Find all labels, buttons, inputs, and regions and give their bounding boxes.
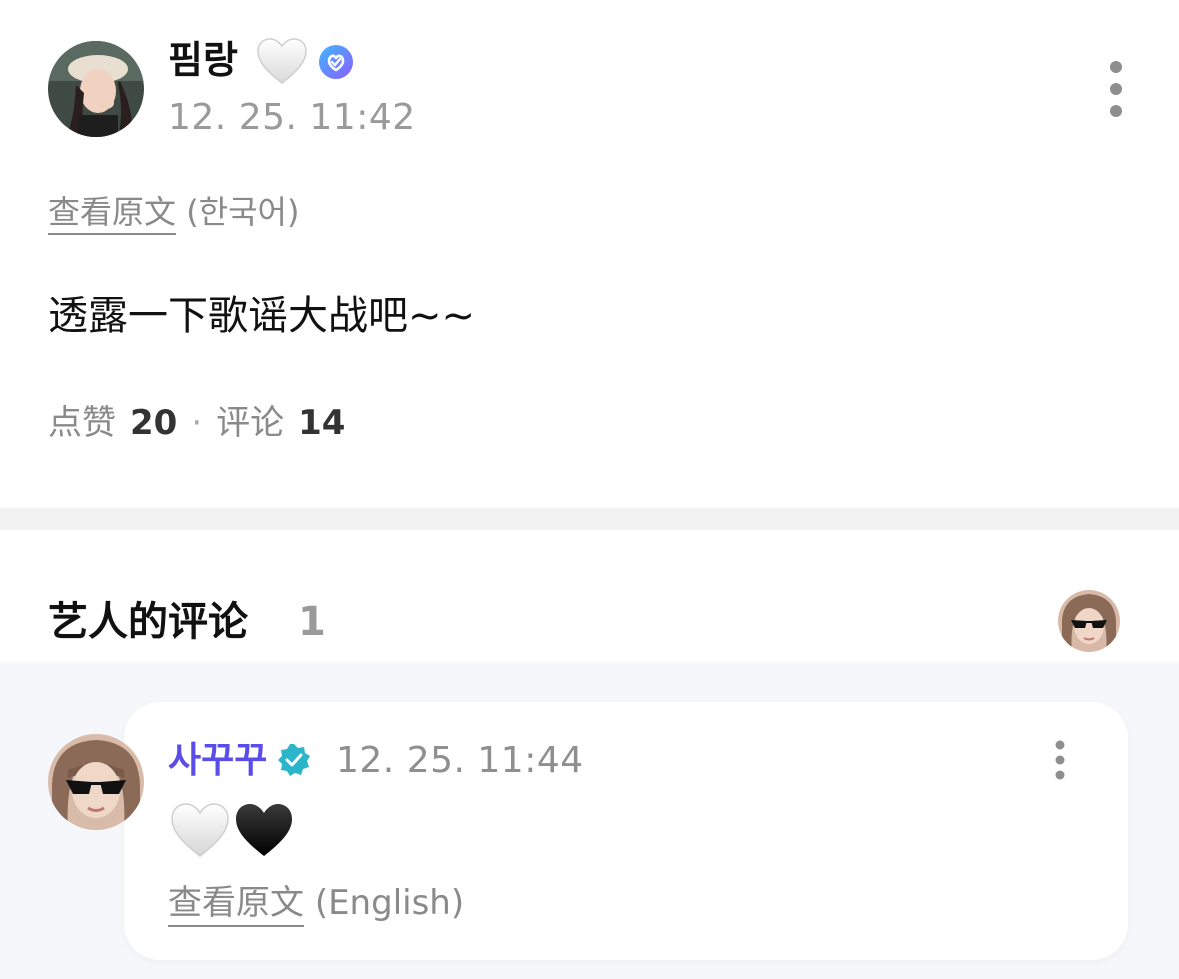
artist-comments-count: 1 [298,599,326,645]
author-name[interactable]: 핌랑 [168,36,238,84]
post-timestamp: 12. 25. 11:42 [168,97,416,138]
view-original-row: 查看原文 (한국어) [48,190,300,235]
comment-view-original-row: 查看原文 (English) [168,880,465,927]
artist-avatar-small[interactable] [1058,590,1120,652]
verified-badge-icon [276,742,312,778]
likes-count[interactable]: 20 [130,403,177,443]
comment-author-avatar[interactable] [48,734,144,830]
white-heart-icon [256,37,308,85]
black-heart-icon [236,804,292,856]
artist-comments-header: 艺人的评论 1 [0,530,1179,662]
comments-count[interactable]: 14 [298,403,345,443]
likes-label[interactable]: 点赞 [48,403,116,443]
white-heart-icon [171,803,229,857]
verified-badge-icon [318,44,354,80]
comments-label[interactable]: 评论 [216,403,284,443]
original-language: (한국어) [186,193,300,231]
section-divider [0,508,1179,530]
more-vertical-icon[interactable] [1046,740,1074,780]
comment-emoji [171,803,292,857]
comment-content [170,800,300,860]
comment-timestamp: 12. 25. 11:44 [336,740,584,781]
more-vertical-icon[interactable] [1098,58,1134,120]
author-avatar[interactable] [48,41,144,137]
comment-original-language: (English) [314,883,465,923]
stats-separator: · [191,403,203,443]
comment-author-name[interactable]: 사꾸꾸 [168,738,267,784]
view-original-link[interactable]: 查看原文 [48,193,177,235]
post: 핌랑 12. 25. 11:42 查看原文 (한국어) 透露一下歌谣大战吧~~ … [0,0,1179,508]
artist-comments-title: 艺人的评论 [48,599,248,645]
post-stats: 点赞 20 · 评论 14 [48,400,345,446]
comment-view-original-link[interactable]: 查看原文 [168,883,304,927]
post-body: 透露一下歌谣大战吧~~ [48,293,476,339]
